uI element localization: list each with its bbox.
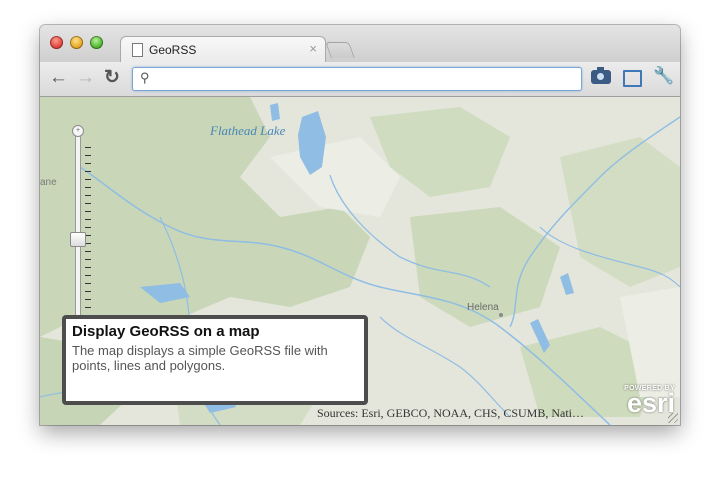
edge-place-label: ane: [40, 177, 57, 188]
browser-window: GeoRSS × ← → ↻ ⚲ 🔧 Flathead Lake Helena …: [40, 25, 680, 425]
search-icon: ⚲: [140, 70, 150, 85]
info-panel: Display GeoRSS on a map The map displays…: [62, 315, 368, 405]
wrench-icon[interactable]: 🔧: [653, 66, 674, 86]
tab-georss[interactable]: GeoRSS ×: [120, 36, 326, 63]
zoom-ticks: [85, 147, 91, 317]
tab-title: GeoRSS: [149, 43, 197, 57]
tab-strip: GeoRSS ×: [40, 25, 680, 63]
forward-button[interactable]: →: [76, 67, 95, 89]
city-label: Helena: [467, 302, 499, 313]
zoom-thumb[interactable]: [70, 232, 86, 247]
map-view[interactable]: Flathead Lake Helena ane + Display GeoRS…: [40, 97, 680, 425]
camera-icon[interactable]: [591, 67, 611, 84]
new-tab-button[interactable]: [325, 42, 355, 58]
zoom-track[interactable]: [75, 127, 81, 319]
info-title: Display GeoRSS on a map: [72, 323, 260, 340]
address-bar[interactable]: ⚲: [132, 67, 582, 91]
close-window-button[interactable]: [50, 36, 63, 49]
zoom-window-button[interactable]: [90, 36, 103, 49]
lake-label: Flathead Lake: [210, 123, 286, 138]
resize-grip-icon[interactable]: [668, 413, 678, 423]
window-controls: [50, 36, 103, 49]
close-tab-icon[interactable]: ×: [309, 41, 317, 56]
zoom-slider[interactable]: +: [70, 125, 91, 319]
info-description: The map displays a simple GeoRSS file wi…: [72, 343, 328, 373]
minimize-window-button[interactable]: [70, 36, 83, 49]
map-attribution[interactable]: Sources: Esri, GEBCO, NOAA, CHS, CSUMB, …: [317, 406, 584, 421]
toolbar: ← → ↻ ⚲ 🔧: [40, 62, 680, 97]
esri-logo[interactable]: POWERED BY esri: [615, 385, 675, 417]
fullscreen-icon[interactable]: [623, 70, 642, 87]
zoom-in-button[interactable]: +: [72, 125, 84, 137]
reload-button[interactable]: ↻: [104, 67, 120, 89]
esri-brand-text: esri: [626, 388, 675, 418]
address-input[interactable]: [159, 70, 573, 88]
page-icon: [132, 43, 143, 57]
back-button[interactable]: ←: [49, 67, 68, 89]
